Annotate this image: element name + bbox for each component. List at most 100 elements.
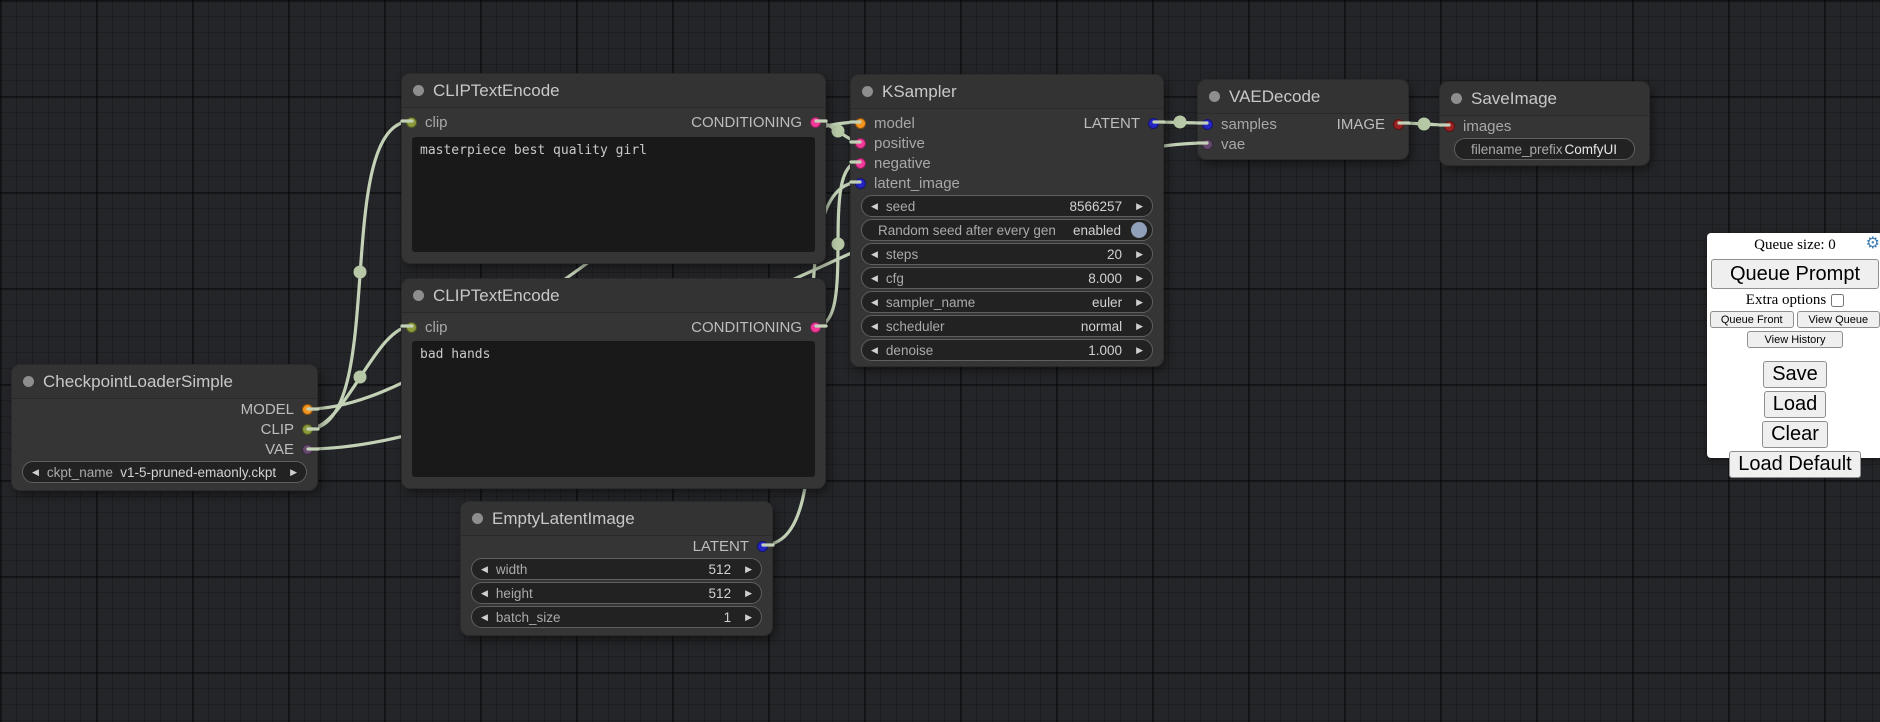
conditioning-slot-dot[interactable] bbox=[855, 158, 866, 169]
increment-arrow-icon[interactable]: ▶ bbox=[745, 612, 752, 623]
node-save-image[interactable]: SaveImage images filename_prefix ComfyUI bbox=[1440, 82, 1649, 165]
decrement-arrow-icon[interactable]: ◀ bbox=[871, 297, 878, 308]
node-ksampler[interactable]: KSampler model LATENT positive negative bbox=[851, 75, 1163, 366]
image-slot-dot[interactable] bbox=[1393, 119, 1404, 130]
extra-options-checkbox[interactable] bbox=[1831, 294, 1844, 307]
negative-prompt-textarea[interactable]: bad hands bbox=[412, 341, 815, 477]
vae-slot-dot[interactable] bbox=[1202, 139, 1213, 150]
input-slot-model[interactable]: model bbox=[851, 115, 915, 132]
latent-slot-dot[interactable] bbox=[1148, 118, 1159, 129]
denoise-widget[interactable]: ◀ denoise 1.000 ▶ bbox=[861, 339, 1153, 361]
filename-prefix-widget[interactable]: filename_prefix ComfyUI bbox=[1454, 138, 1635, 160]
collapse-dot-icon[interactable] bbox=[413, 290, 424, 301]
input-slot-latent-image[interactable]: latent_image bbox=[851, 175, 960, 192]
output-slot-latent[interactable]: LATENT bbox=[1084, 113, 1163, 133]
input-slot-vae[interactable]: vae bbox=[1198, 136, 1245, 153]
output-slot-vae[interactable]: VAE bbox=[265, 441, 317, 458]
node-clip-text-encode-negative[interactable]: CLIPTextEncode clip CONDITIONING bad han… bbox=[402, 279, 825, 488]
image-slot-dot[interactable] bbox=[1444, 121, 1455, 132]
clear-button[interactable]: Clear bbox=[1762, 421, 1828, 448]
node-checkpoint-loader[interactable]: CheckpointLoaderSimple MODEL CLIP VAE ◀ … bbox=[12, 365, 317, 490]
model-slot-dot[interactable] bbox=[302, 404, 313, 415]
input-slot-samples[interactable]: samples bbox=[1198, 116, 1277, 133]
node-title-bar[interactable]: CheckpointLoaderSimple bbox=[12, 365, 317, 399]
load-button[interactable]: Load bbox=[1764, 391, 1827, 418]
vae-slot-dot[interactable] bbox=[302, 444, 313, 455]
output-slot-image[interactable]: IMAGE bbox=[1337, 114, 1408, 134]
sampler-name-widget[interactable]: ◀ sampler_name euler ▶ bbox=[861, 291, 1153, 313]
view-history-button[interactable]: View History bbox=[1747, 331, 1843, 348]
collapse-dot-icon[interactable] bbox=[862, 86, 873, 97]
node-vae-decode[interactable]: VAEDecode samples IMAGE vae bbox=[1198, 80, 1408, 159]
node-title-bar[interactable]: EmptyLatentImage bbox=[461, 502, 772, 536]
clip-slot-dot[interactable] bbox=[302, 424, 313, 435]
increment-arrow-icon[interactable]: ▶ bbox=[1136, 249, 1143, 260]
node-title-bar[interactable]: CLIPTextEncode bbox=[402, 74, 825, 108]
output-slot-model[interactable]: MODEL bbox=[241, 401, 317, 418]
positive-prompt-textarea[interactable]: masterpiece best quality girl bbox=[412, 137, 815, 252]
node-title-bar[interactable]: VAEDecode bbox=[1198, 80, 1408, 114]
increment-arrow-icon[interactable]: ▶ bbox=[1136, 201, 1143, 212]
decrement-arrow-icon[interactable]: ◀ bbox=[871, 249, 878, 260]
clip-slot-dot[interactable] bbox=[406, 117, 417, 128]
input-slot-clip[interactable]: clip bbox=[402, 319, 448, 336]
input-slot-positive[interactable]: positive bbox=[851, 135, 925, 152]
height-widget[interactable]: ◀ height 512 ▶ bbox=[471, 582, 762, 604]
collapse-dot-icon[interactable] bbox=[1209, 91, 1220, 102]
toggle-circle-icon[interactable] bbox=[1131, 222, 1147, 238]
output-slot-conditioning[interactable]: CONDITIONING bbox=[691, 319, 825, 336]
latent-slot-dot[interactable] bbox=[855, 178, 866, 189]
latent-slot-dot[interactable] bbox=[757, 541, 768, 552]
increment-arrow-icon[interactable]: ▶ bbox=[290, 467, 297, 478]
input-slot-negative[interactable]: negative bbox=[851, 155, 931, 172]
input-slot-clip[interactable]: clip bbox=[402, 114, 448, 131]
random-seed-toggle-widget[interactable]: Random seed after every gen enabled bbox=[861, 219, 1153, 241]
decrement-arrow-icon[interactable]: ◀ bbox=[871, 273, 878, 284]
collapse-dot-icon[interactable] bbox=[23, 376, 34, 387]
increment-arrow-icon[interactable]: ▶ bbox=[1136, 273, 1143, 284]
decrement-arrow-icon[interactable]: ◀ bbox=[871, 321, 878, 332]
increment-arrow-icon[interactable]: ▶ bbox=[1136, 297, 1143, 308]
increment-arrow-icon[interactable]: ▶ bbox=[745, 588, 752, 599]
node-clip-text-encode-positive[interactable]: CLIPTextEncode clip CONDITIONING masterp… bbox=[402, 74, 825, 263]
node-empty-latent-image[interactable]: EmptyLatentImage LATENT ◀ width 512 ▶ ◀ … bbox=[461, 502, 772, 635]
increment-arrow-icon[interactable]: ▶ bbox=[745, 564, 752, 575]
width-widget[interactable]: ◀ width 512 ▶ bbox=[471, 558, 762, 580]
increment-arrow-icon[interactable]: ▶ bbox=[1136, 321, 1143, 332]
decrement-arrow-icon[interactable]: ◀ bbox=[32, 467, 39, 478]
decrement-arrow-icon[interactable]: ◀ bbox=[481, 612, 488, 623]
conditioning-slot-dot[interactable] bbox=[810, 117, 821, 128]
decrement-arrow-icon[interactable]: ◀ bbox=[481, 588, 488, 599]
model-slot-dot[interactable] bbox=[855, 118, 866, 129]
output-slot-conditioning[interactable]: CONDITIONING bbox=[691, 114, 825, 131]
output-slot-latent[interactable]: LATENT bbox=[693, 538, 772, 555]
collapse-dot-icon[interactable] bbox=[472, 513, 483, 524]
clip-slot-dot[interactable] bbox=[406, 322, 417, 333]
conditioning-slot-dot[interactable] bbox=[810, 322, 821, 333]
collapse-dot-icon[interactable] bbox=[413, 85, 424, 96]
steps-widget[interactable]: ◀ steps 20 ▶ bbox=[861, 243, 1153, 265]
node-title-bar[interactable]: SaveImage bbox=[1440, 82, 1649, 116]
load-default-button[interactable]: Load Default bbox=[1729, 451, 1860, 478]
conditioning-slot-dot[interactable] bbox=[855, 138, 866, 149]
increment-arrow-icon[interactable]: ▶ bbox=[1136, 345, 1143, 356]
settings-gear-icon[interactable]: ⚙ bbox=[1866, 235, 1880, 251]
save-button[interactable]: Save bbox=[1763, 361, 1827, 388]
queue-front-button[interactable]: Queue Front bbox=[1710, 311, 1794, 328]
queue-prompt-button[interactable]: Queue Prompt bbox=[1711, 259, 1879, 289]
input-slot-images[interactable]: images bbox=[1440, 118, 1511, 135]
scheduler-widget[interactable]: ◀ scheduler normal ▶ bbox=[861, 315, 1153, 337]
collapse-dot-icon[interactable] bbox=[1451, 93, 1462, 104]
output-slot-clip[interactable]: CLIP bbox=[261, 421, 317, 438]
node-title-bar[interactable]: CLIPTextEncode bbox=[402, 279, 825, 313]
latent-slot-dot[interactable] bbox=[1202, 119, 1213, 130]
node-title-bar[interactable]: KSampler bbox=[851, 75, 1163, 109]
view-queue-button[interactable]: View Queue bbox=[1797, 311, 1880, 328]
decrement-arrow-icon[interactable]: ◀ bbox=[871, 345, 878, 356]
ckpt-name-widget[interactable]: ◀ ckpt_name v1-5-pruned-emaonly.ckpt ▶ bbox=[22, 461, 307, 483]
decrement-arrow-icon[interactable]: ◀ bbox=[481, 564, 488, 575]
batch-size-widget[interactable]: ◀ batch_size 1 ▶ bbox=[471, 606, 762, 628]
cfg-widget[interactable]: ◀ cfg 8.000 ▶ bbox=[861, 267, 1153, 289]
decrement-arrow-icon[interactable]: ◀ bbox=[871, 201, 878, 212]
seed-widget[interactable]: ◀ seed 8566257 ▶ bbox=[861, 195, 1153, 217]
